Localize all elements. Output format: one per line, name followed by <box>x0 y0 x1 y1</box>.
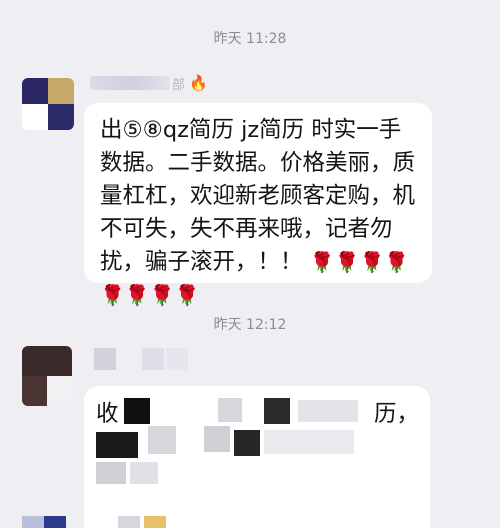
censor-block <box>96 432 138 458</box>
rose-icon: 🌹 <box>100 283 125 307</box>
censor-block <box>264 398 290 424</box>
sender-name-tail: 部 <box>172 77 186 93</box>
censor-block <box>130 462 158 484</box>
sender-name-2-mosaic <box>166 348 188 370</box>
censor-block <box>234 430 260 456</box>
message-bubble-1[interactable]: 出⑤⑧qz简历 jz简历 时实一手数据。二手数据。价格美丽，质量杠杠，欢迎新老顾… <box>84 103 432 307</box>
sender-name-2-mosaic <box>94 348 116 370</box>
rose-icon: 🌹 <box>174 283 200 307</box>
avatar-pixel <box>22 346 72 376</box>
blurred-name <box>90 76 170 90</box>
sender-name-1: 部 🔥 <box>90 74 208 93</box>
censor-block <box>204 426 230 452</box>
footer-avatar-pixel <box>44 516 66 528</box>
avatar-pixel <box>48 104 74 130</box>
timestamp-2: 昨天 12:12 <box>213 317 287 333</box>
avatar-pixel <box>22 376 47 406</box>
rose-icon: 🌹 <box>149 283 175 307</box>
avatar-pixel <box>48 78 74 104</box>
sender-avatar-1[interactable] <box>22 78 74 130</box>
message-2-start: 收 <box>96 401 119 427</box>
rose-icon: 🌹 <box>359 250 385 274</box>
rose-icon: 🌹 <box>384 250 410 274</box>
footer-avatar-pixel <box>118 516 140 528</box>
rose-icon: 🌹 <box>334 250 360 274</box>
message-bubble-2[interactable]: 收 历， <box>84 386 430 528</box>
censor-block <box>96 462 126 484</box>
timestamp-1: 昨天 11:28 <box>213 31 287 47</box>
sender-name-2-mosaic <box>142 348 164 370</box>
censor-block <box>298 400 358 422</box>
rose-icon: 🌹 <box>309 250 335 274</box>
message-2-fragment: 历， <box>374 401 420 427</box>
fire-icon: 🔥 <box>189 74 208 92</box>
censor-block <box>148 426 176 454</box>
rose-icon: 🌹 <box>124 283 150 307</box>
censor-block <box>218 398 242 422</box>
avatar-pixel <box>22 104 48 130</box>
avatar-pixel <box>22 78 48 104</box>
censor-block <box>264 430 354 454</box>
footer-avatar-pixel <box>22 516 44 528</box>
censor-block <box>124 398 150 424</box>
footer-avatar-pixel <box>144 516 166 528</box>
message-text-1: 出⑤⑧qz简历 jz简历 时实一手数据。二手数据。价格美丽，质量杠杠，欢迎新老顾… <box>100 114 422 312</box>
sender-avatar-2[interactable] <box>22 346 72 406</box>
